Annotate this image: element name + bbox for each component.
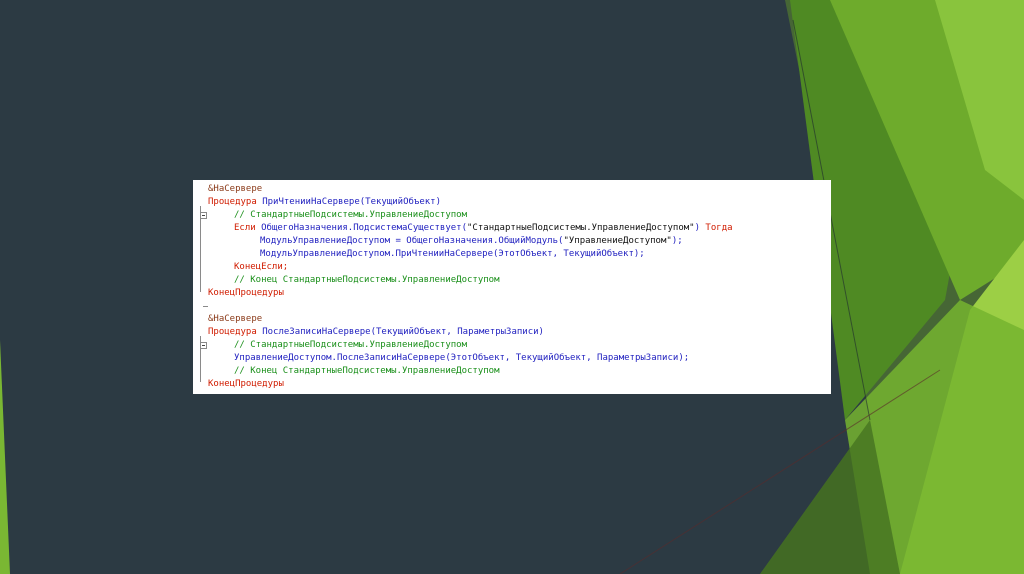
comment-text: // СтандартныеПодсистемы.УправлениеДосту… xyxy=(234,210,467,220)
string-literal: "УправлениеДоступом" xyxy=(563,236,672,246)
assign-statement: МодульУправлениеДоступом = ОбщегоНазначе… xyxy=(260,236,564,246)
code-line: &НаСервере xyxy=(193,183,262,196)
fold-end-marker xyxy=(203,306,208,307)
code-line: МодульУправлениеДоступом = ОбщегоНазначе… xyxy=(193,235,683,248)
directive-text: &НаСервере xyxy=(208,314,263,324)
code-screenshot-panel: &НаСервере Процедура ПриЧтенииНаСервере(… xyxy=(193,180,831,394)
code-line: КонецПроцедуры xyxy=(193,378,284,391)
code-line: УправлениеДоступом.ПослеЗаписиНаСервере(… xyxy=(193,352,689,365)
code-line: // СтандартныеПодсистемы.УправлениеДосту… xyxy=(193,209,467,222)
code-line: Процедура ПриЧтенииНаСервере(ТекущийОбъе… xyxy=(193,196,441,219)
endprocedure-keyword: КонецПроцедуры xyxy=(208,379,284,389)
directive-text: &НаСервере xyxy=(208,184,263,194)
if-keyword: Если xyxy=(234,223,256,233)
procedure-signature: ПослеЗаписиНаСервере(ТекущийОбъект, Пара… xyxy=(256,327,544,337)
if-condition: ОбщегоНазначения.ПодсистемаСуществует( xyxy=(255,223,468,233)
comment-text: // Конец СтандартныеПодсистемы.Управлени… xyxy=(234,275,500,285)
code-line: &НаСервере xyxy=(193,313,262,326)
procedure-keyword: Процедура xyxy=(208,327,257,337)
code-line: // СтандартныеПодсистемы.УправлениеДосту… xyxy=(193,339,467,352)
call-statement: МодульУправлениеДоступом.ПриЧтенииНаСерв… xyxy=(260,249,645,259)
then-keyword: Тогда xyxy=(700,223,733,233)
code-line: Если ОбщегоНазначения.ПодсистемаСуществу… xyxy=(193,222,733,235)
comment-text: // СтандартныеПодсистемы.УправлениеДосту… xyxy=(234,340,467,350)
string-literal: "СтандартныеПодсистемы.УправлениеДоступо… xyxy=(467,223,695,233)
comment-text: // Конец СтандартныеПодсистемы.Управлени… xyxy=(234,366,500,376)
code-line: МодульУправлениеДоступом.ПриЧтенииНаСерв… xyxy=(193,248,645,261)
procedure-keyword: Процедура xyxy=(208,197,257,207)
assign-end: ); xyxy=(671,236,683,246)
code-line: Процедура ПослеЗаписиНаСервере(ТекущийОб… xyxy=(193,326,544,349)
call-statement: УправлениеДоступом.ПослеЗаписиНаСервере(… xyxy=(234,353,690,363)
code-line: // Конец СтандартныеПодсистемы.Управлени… xyxy=(193,274,500,287)
code-line: // Конец СтандартныеПодсистемы.Управлени… xyxy=(193,365,500,378)
procedure-signature: ПриЧтенииНаСервере(ТекущийОбъект) xyxy=(256,197,442,207)
code-line: КонецЕсли; xyxy=(193,261,288,274)
code-line: КонецПроцедуры xyxy=(193,287,284,307)
endprocedure-keyword: КонецПроцедуры xyxy=(208,288,284,298)
endif-keyword: КонецЕсли; xyxy=(234,262,289,272)
